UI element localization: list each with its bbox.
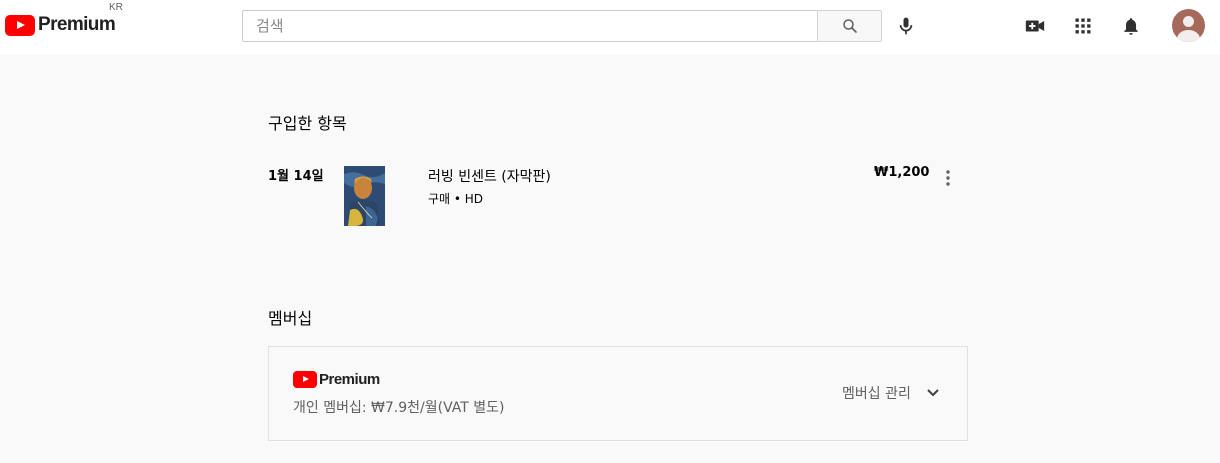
logo-text: Premium [38, 14, 116, 35]
notifications-button[interactable] [1118, 13, 1144, 39]
membership-plan: 개인 멤버십: ₩7.9천/월(VAT 별도) [293, 400, 505, 416]
more-vert-icon [946, 170, 950, 186]
youtube-premium-logo[interactable]: Premium [5, 13, 116, 37]
purchase-price: ₩1,200 [874, 165, 930, 180]
movie-poster[interactable] [344, 166, 385, 226]
masthead: Premium KR [0, 0, 1220, 54]
poster-artwork [344, 166, 385, 226]
manage-membership-label: 멤버십 관리 [842, 386, 911, 402]
more-actions-button[interactable] [938, 167, 958, 189]
membership-logo-text: Premium [319, 371, 380, 388]
apps-button[interactable] [1070, 13, 1096, 39]
apps-grid-icon [1075, 18, 1091, 34]
search-bar [242, 10, 882, 42]
youtube-play-icon [5, 14, 35, 36]
create-video-icon [1025, 20, 1045, 32]
membership-premium-logo: Premium [293, 371, 380, 388]
country-code: KR [109, 2, 123, 13]
membership-title: 멤버십 [268, 309, 313, 328]
avatar-body-shape [1177, 30, 1200, 42]
search-input[interactable] [242, 10, 817, 42]
chevron-down-icon [923, 383, 943, 403]
youtube-play-icon [293, 371, 317, 388]
mic-icon [899, 17, 913, 35]
avatar[interactable] [1172, 9, 1205, 42]
purchase-meta: 구매 • HD [428, 192, 484, 206]
purchases-title: 구입한 항목 [268, 114, 347, 133]
search-icon [842, 19, 857, 33]
movie-title[interactable]: 러빙 빈센트 (자막판) [428, 166, 551, 186]
membership-card: Premium 개인 멤버십: ₩7.9천/월(VAT 별도) 멤버십 관리 [268, 346, 968, 441]
search-button[interactable] [817, 10, 882, 42]
bell-icon [1124, 18, 1138, 35]
manage-membership-button[interactable]: 멤버십 관리 [842, 383, 943, 403]
voice-search-button[interactable] [893, 13, 919, 39]
purchase-date: 1월 14일 [268, 169, 324, 184]
create-video-button[interactable] [1022, 13, 1048, 39]
avatar-head-shape [1183, 16, 1194, 27]
